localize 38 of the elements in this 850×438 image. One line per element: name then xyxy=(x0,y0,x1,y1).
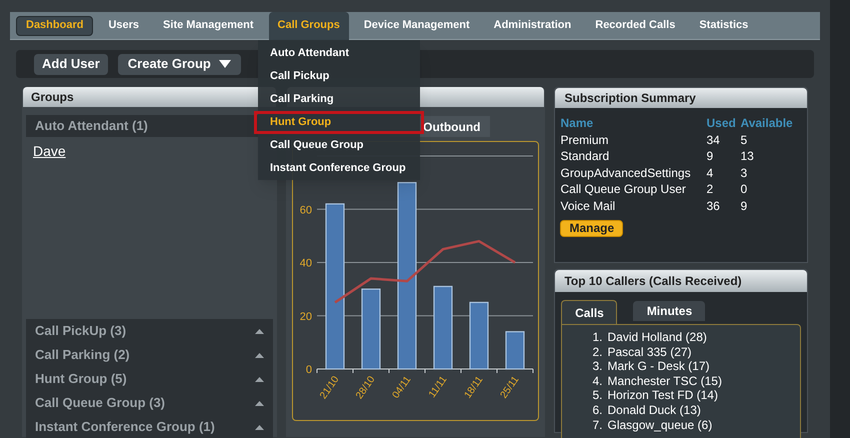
panel-title: Top 10 Callers (Calls Received) xyxy=(555,270,807,292)
table-cell-text: 4 xyxy=(706,164,714,181)
list-number: 3. xyxy=(592,359,604,374)
column-header: Used xyxy=(706,115,737,132)
caller-name: Manchester TSC (15) xyxy=(607,374,722,388)
axis-label: 0 xyxy=(306,364,312,376)
caller-name: Pascal 335 (27) xyxy=(607,344,692,360)
caller-name: David Holland (28) xyxy=(607,330,707,345)
table-cell-text: 13 xyxy=(740,148,755,164)
table-cell-text: Standard xyxy=(560,148,610,164)
list-number: 4. xyxy=(592,374,604,388)
list-number: 1. xyxy=(592,330,604,345)
list-number: 2. xyxy=(592,344,604,360)
column-header: Name xyxy=(560,115,594,132)
caller-name: Mark G - Desk (17) xyxy=(607,359,710,374)
caller-name: Horizon Test FD (14) xyxy=(607,388,718,403)
list-number: 7. xyxy=(592,418,604,432)
axis-label: 40 xyxy=(300,258,312,270)
list-number: 5. xyxy=(592,388,604,403)
table-cell-text: 0 xyxy=(740,181,748,198)
caller-name: Donald Duck (13) xyxy=(607,402,701,418)
table-cell-text: 2 xyxy=(706,181,714,198)
table-cell-text: 5 xyxy=(740,132,748,148)
axis-label: 60 xyxy=(300,204,312,216)
axis-label: 20 xyxy=(300,310,312,323)
table-cell-text: 36 xyxy=(706,198,721,214)
table-cell-text: 34 xyxy=(706,132,721,148)
table-cell-text: Call Queue Group User xyxy=(560,181,687,198)
table-cell-text: GroupAdvancedSettings xyxy=(560,164,692,181)
table-cell-text: Premium xyxy=(560,132,610,148)
panel-title: Subscription Summary xyxy=(555,88,807,108)
column-header: Available xyxy=(740,115,794,132)
list-number: 6. xyxy=(592,402,604,418)
table-cell-text: Voice Mail xyxy=(560,198,616,214)
table-cell-text: 9 xyxy=(706,148,714,164)
caller-name: Glasgow_queue (6) xyxy=(607,418,712,432)
table-cell-text: 3 xyxy=(740,164,748,181)
table-cell-text: 9 xyxy=(740,198,748,214)
